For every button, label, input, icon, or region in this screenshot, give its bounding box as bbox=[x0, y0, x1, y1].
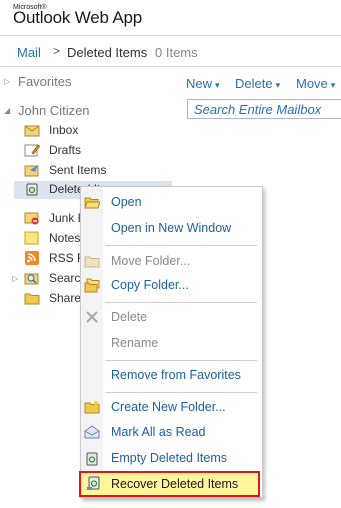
chevron-down-icon: ▾ bbox=[330, 80, 336, 90]
folder-drafts[interactable]: Drafts bbox=[24, 142, 214, 160]
search-folder-icon bbox=[24, 273, 39, 285]
menu-item-label: Delete bbox=[111, 310, 148, 324]
menu-item-empty-deleted-items[interactable]: Empty Deleted Items bbox=[81, 448, 262, 470]
menu-item-copy-folder[interactable]: Copy Folder... bbox=[81, 275, 262, 297]
expand-favorites-icon[interactable]: ▷ bbox=[4, 77, 10, 86]
menu-item-recover-deleted-items[interactable]: Recover Deleted Items bbox=[79, 471, 260, 497]
menu-item-delete: Delete bbox=[81, 307, 262, 329]
chevron-down-icon: ▾ bbox=[275, 80, 281, 90]
chevron-down-icon: ▾ bbox=[215, 80, 220, 90]
menu-item-remove-favorites[interactable]: Remove from Favorites bbox=[81, 365, 262, 387]
menu-item-open[interactable]: Open bbox=[81, 192, 262, 214]
breadcrumb-current: Deleted Items bbox=[67, 45, 148, 60]
breadcrumb-separator: > bbox=[53, 44, 61, 58]
sent-items-icon bbox=[24, 165, 39, 177]
menu-item-label: Open bbox=[111, 195, 142, 209]
move-folder-icon bbox=[84, 256, 100, 268]
new-label: New bbox=[186, 76, 213, 91]
folder-icon bbox=[24, 293, 40, 305]
menu-item-create-new-folder[interactable]: Create New Folder... bbox=[81, 397, 262, 419]
menu-separator bbox=[105, 392, 257, 393]
menu-item-label: Mark All as Read bbox=[111, 425, 206, 439]
folder-sent-items[interactable]: Sent Items bbox=[24, 162, 214, 180]
menu-item-label: Create New Folder... bbox=[111, 400, 226, 414]
menu-item-open-new-window[interactable]: Open in New Window bbox=[81, 218, 262, 240]
delete-label: Delete bbox=[235, 76, 273, 91]
breadcrumb-mail-link[interactable]: Mail bbox=[17, 45, 41, 60]
recover-icon bbox=[87, 476, 100, 490]
folder-inbox[interactable]: Inbox bbox=[24, 122, 214, 140]
menu-item-label: Copy Folder... bbox=[111, 278, 189, 292]
folder-label: Notes bbox=[49, 231, 81, 245]
item-count: 0 Items bbox=[155, 45, 198, 60]
menu-item-mark-all-read[interactable]: Mark All as Read bbox=[81, 422, 262, 444]
menu-item-move-folder: Move Folder... bbox=[81, 251, 262, 273]
folder-label: Sent Items bbox=[49, 163, 107, 177]
mailbox-header[interactable]: John Citizen bbox=[18, 103, 90, 118]
menu-separator bbox=[105, 302, 257, 303]
notes-icon bbox=[24, 231, 39, 245]
new-folder-icon bbox=[84, 401, 100, 414]
search-input[interactable]: Search Entire Mailbox bbox=[187, 99, 341, 119]
menu-item-label: Rename bbox=[111, 336, 159, 350]
menu-item-label: Empty Deleted Items bbox=[111, 451, 228, 465]
move-label: Move bbox=[296, 76, 328, 91]
breadcrumb-divider bbox=[0, 66, 341, 67]
menu-separator bbox=[105, 360, 257, 361]
drafts-icon bbox=[24, 144, 40, 157]
menu-separator bbox=[105, 245, 257, 246]
folder-label: Inbox bbox=[49, 123, 79, 137]
menu-item-label: Recover Deleted Items bbox=[111, 477, 239, 491]
delete-x-icon bbox=[86, 311, 98, 323]
delete-button[interactable]: Delete ▾ bbox=[235, 76, 280, 91]
favorites-header[interactable]: Favorites bbox=[18, 74, 71, 89]
junk-email-icon bbox=[24, 212, 39, 225]
mark-read-icon bbox=[84, 425, 100, 439]
new-button[interactable]: New ▾ bbox=[186, 76, 220, 91]
open-folder-icon bbox=[84, 197, 100, 209]
menu-item-label: Open in New Window bbox=[111, 221, 232, 235]
collapse-mailbox-icon[interactable]: ◢ bbox=[4, 106, 10, 115]
menu-item-rename: Rename bbox=[81, 333, 262, 355]
menu-item-label: Remove from Favorites bbox=[111, 368, 241, 382]
recycle-bin-icon bbox=[26, 183, 38, 196]
menu-item-label: Move Folder... bbox=[111, 254, 191, 268]
search-placeholder: Search Entire Mailbox bbox=[194, 102, 322, 117]
move-button[interactable]: Move ▾ bbox=[296, 76, 335, 91]
recycle-bin-icon bbox=[86, 452, 98, 466]
folder-label: Drafts bbox=[49, 143, 82, 157]
context-menu: Open Open in New Window Move Folder... C… bbox=[79, 186, 263, 498]
header-divider bbox=[0, 35, 341, 36]
expand-search-folders-icon[interactable]: ▷ bbox=[12, 274, 18, 283]
copy-folder-icon bbox=[84, 278, 100, 293]
rss-icon bbox=[25, 251, 39, 265]
inbox-icon bbox=[24, 125, 40, 137]
brand-name: Outlook Web App bbox=[13, 8, 142, 27]
